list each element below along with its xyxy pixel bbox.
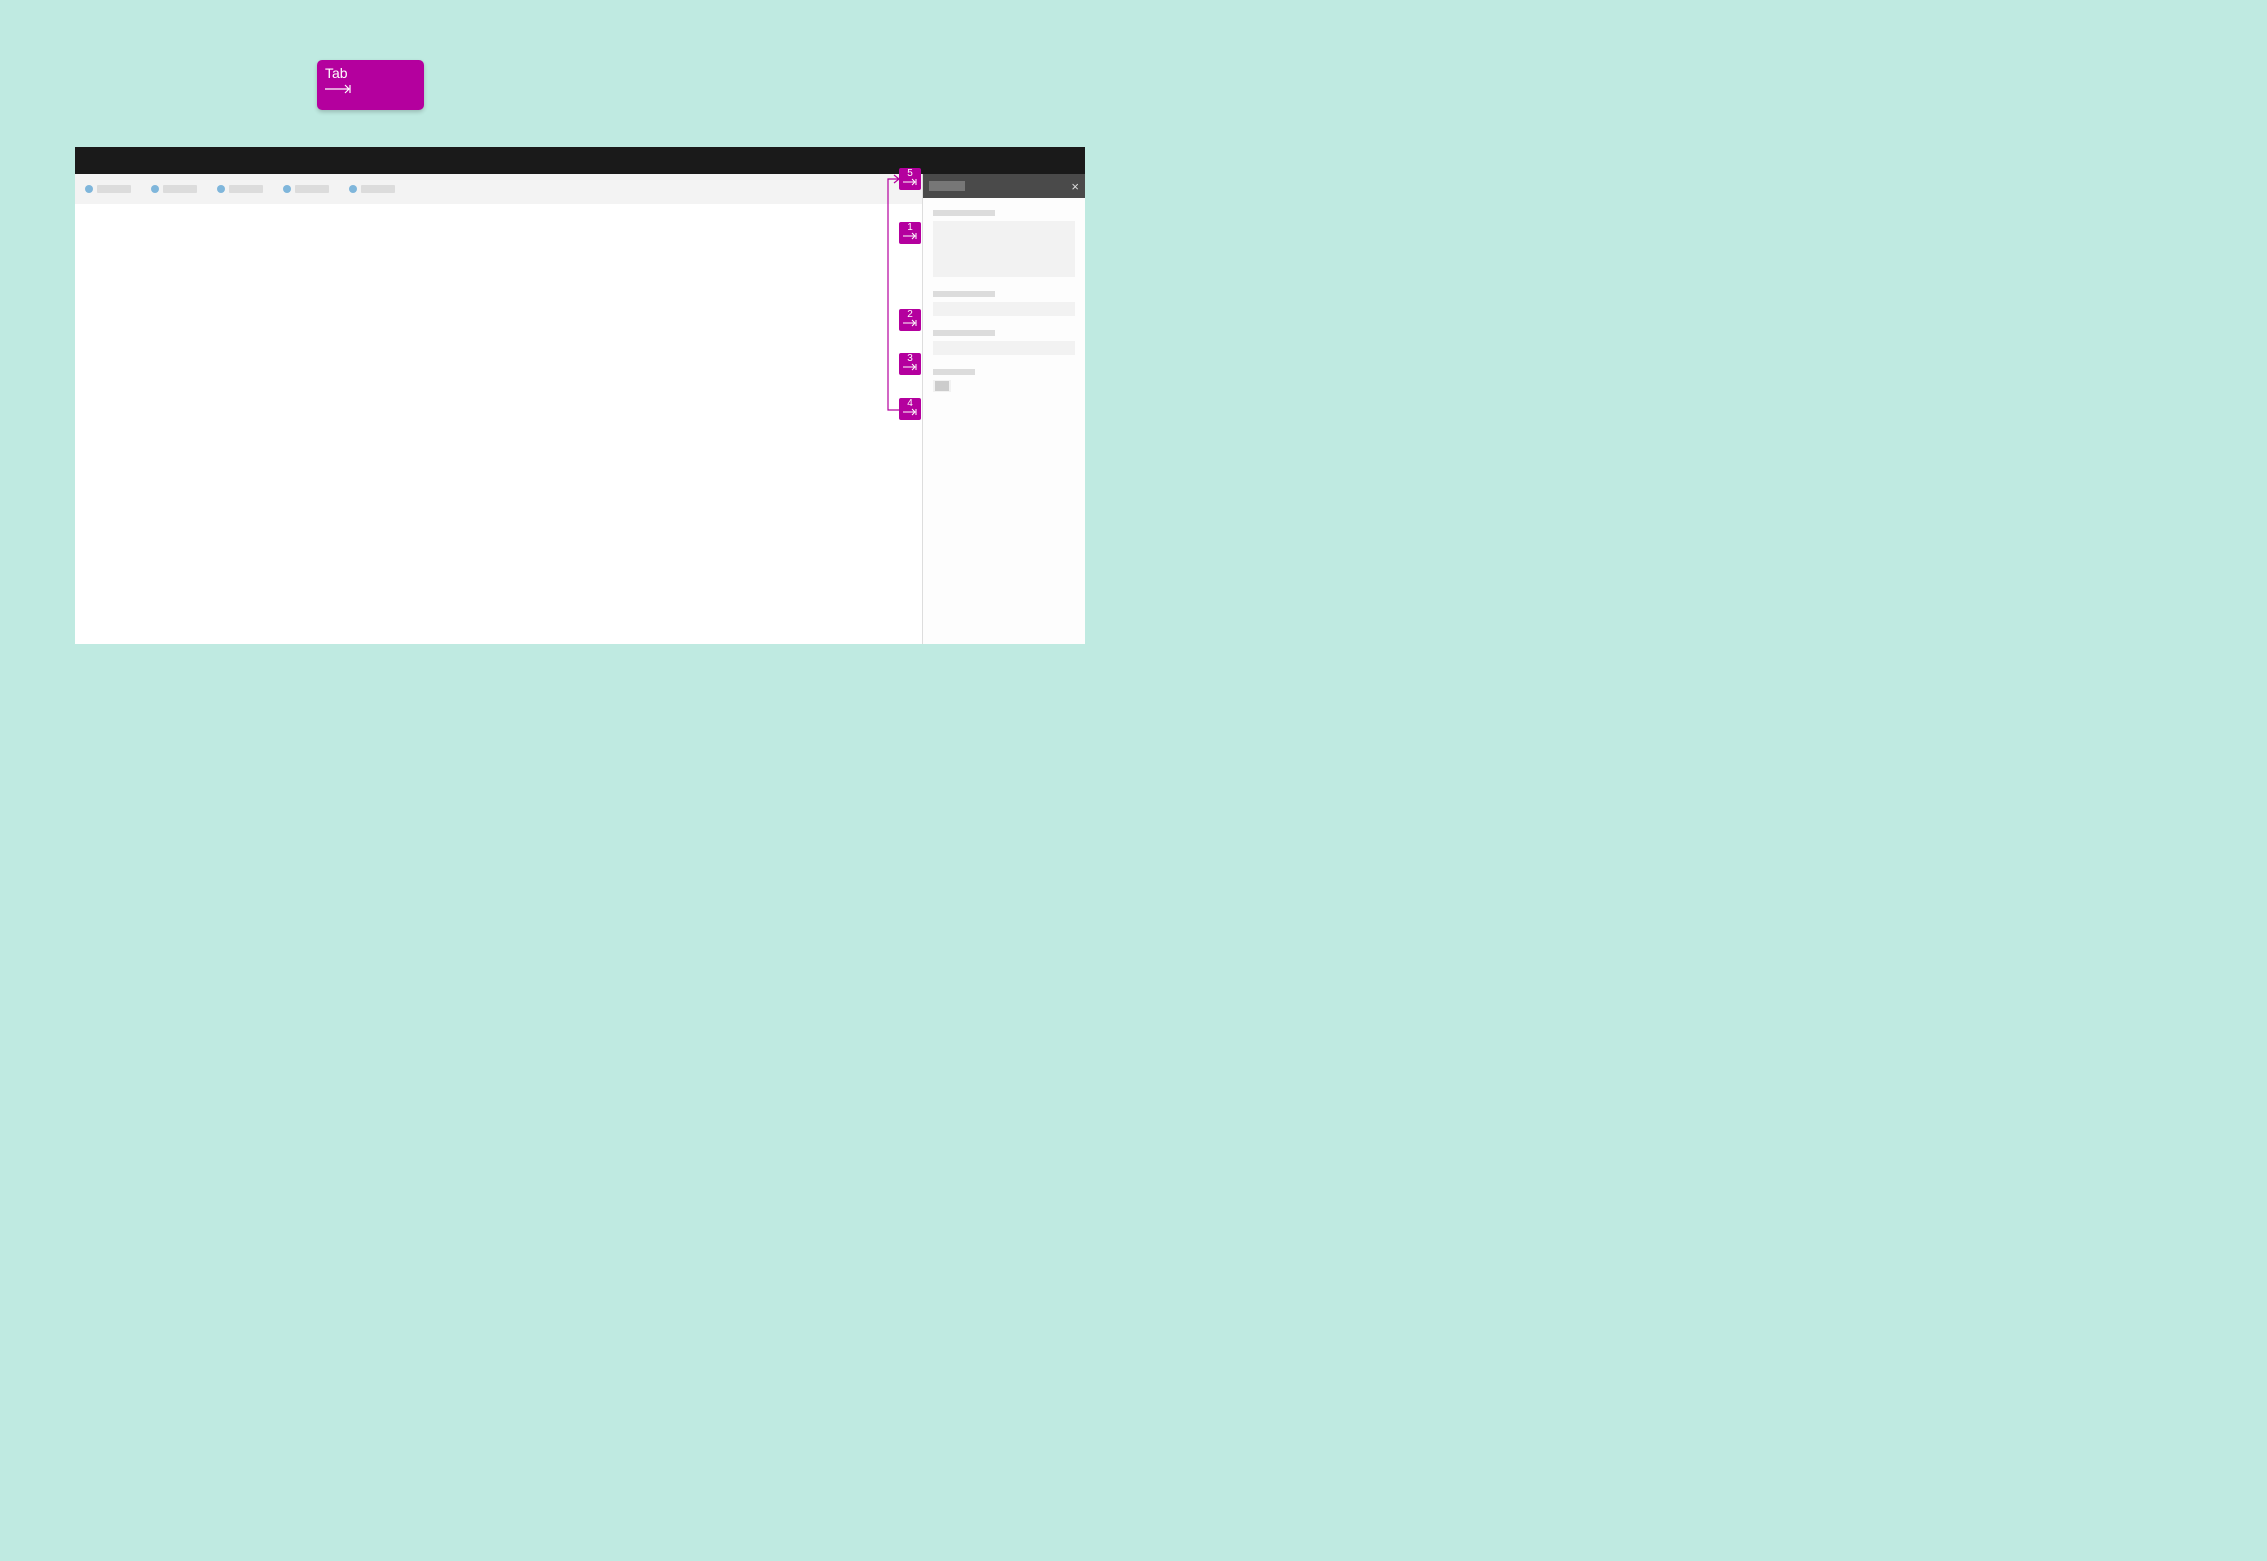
panel-title bbox=[929, 181, 965, 191]
marker-number: 4 bbox=[899, 399, 921, 408]
tab-arrow-icon bbox=[899, 408, 921, 418]
tab-key-label: Tab bbox=[325, 66, 416, 81]
field-input[interactable] bbox=[933, 302, 1075, 316]
tab-arrow-icon bbox=[899, 178, 921, 188]
field-input[interactable] bbox=[933, 341, 1075, 355]
tab-order-marker: 4 bbox=[899, 398, 921, 420]
toolbar-item[interactable] bbox=[151, 185, 197, 193]
radio-dot-icon bbox=[217, 185, 225, 193]
radio-dot-icon bbox=[283, 185, 291, 193]
tab-order-marker: 5 bbox=[899, 168, 921, 190]
side-panel: × bbox=[922, 174, 1085, 644]
field-label bbox=[933, 369, 975, 375]
toolbar-item[interactable] bbox=[349, 185, 395, 193]
marker-number: 1 bbox=[899, 223, 921, 232]
toolbar-item[interactable] bbox=[217, 185, 263, 193]
marker-number: 3 bbox=[899, 354, 921, 363]
toolbar-item[interactable] bbox=[85, 185, 131, 193]
close-icon[interactable]: × bbox=[1071, 180, 1079, 193]
tab-key-callout: Tab bbox=[317, 60, 424, 110]
panel-field[interactable] bbox=[933, 369, 1075, 392]
panel-header: × bbox=[923, 174, 1085, 198]
radio-dot-icon bbox=[151, 185, 159, 193]
tab-arrow-icon bbox=[899, 363, 921, 373]
marker-number: 5 bbox=[899, 169, 921, 178]
radio-dot-icon bbox=[85, 185, 93, 193]
toggle-control[interactable] bbox=[933, 380, 1075, 392]
marker-number: 2 bbox=[899, 310, 921, 319]
panel-field[interactable] bbox=[933, 291, 1075, 316]
panel-field[interactable] bbox=[933, 210, 1075, 277]
field-label bbox=[933, 291, 995, 297]
toolbar-item-label bbox=[295, 185, 329, 193]
field-label bbox=[933, 210, 995, 216]
toolbar-item-label bbox=[361, 185, 395, 193]
field-label bbox=[933, 330, 995, 336]
toolbar-item-label bbox=[229, 185, 263, 193]
tab-order-marker: 3 bbox=[899, 353, 921, 375]
field-input[interactable] bbox=[933, 221, 1075, 277]
tab-order-marker: 2 bbox=[899, 309, 921, 331]
toolbar-item[interactable] bbox=[283, 185, 329, 193]
toolbar-item-label bbox=[163, 185, 197, 193]
panel-field[interactable] bbox=[933, 330, 1075, 355]
window-titlebar bbox=[75, 147, 1085, 174]
tab-order-marker: 1 bbox=[899, 222, 921, 244]
tab-arrow-icon bbox=[899, 319, 921, 329]
tab-arrow-icon bbox=[899, 232, 921, 242]
tab-arrow-icon bbox=[325, 81, 416, 99]
toolbar-item-label bbox=[97, 185, 131, 193]
radio-dot-icon bbox=[349, 185, 357, 193]
